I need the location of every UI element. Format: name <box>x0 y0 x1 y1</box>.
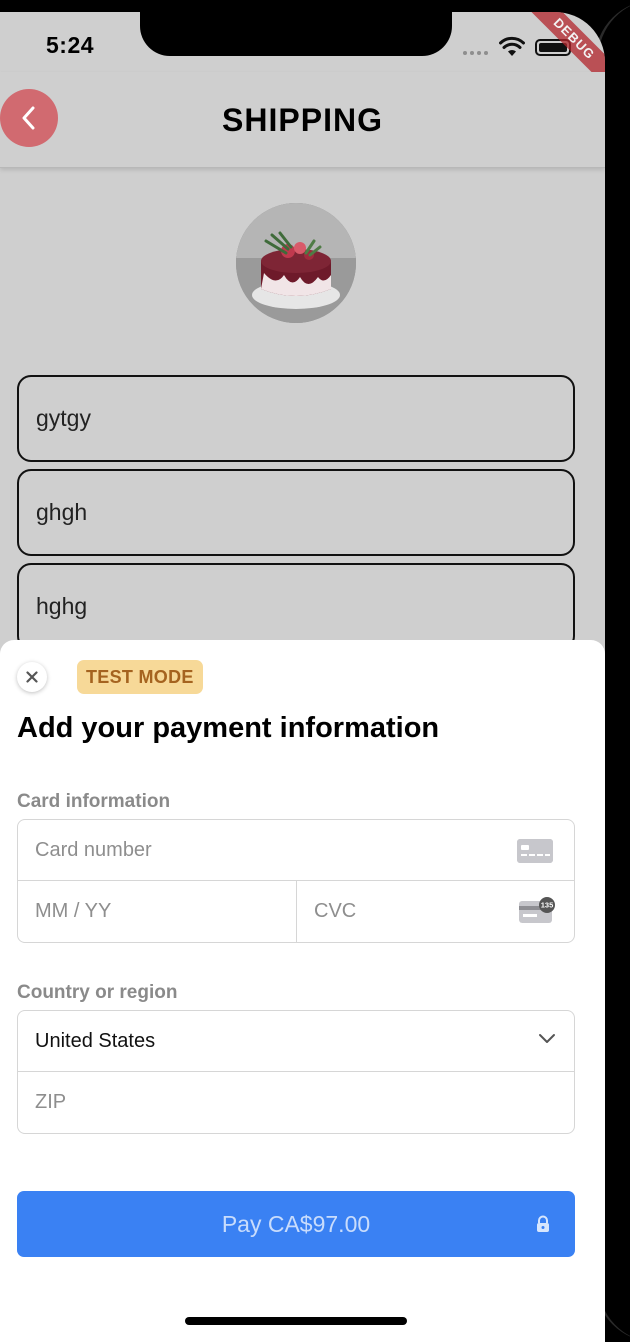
product-avatar <box>236 203 356 323</box>
shipping-field-3[interactable]: hghg <box>17 563 575 650</box>
card-number-placeholder: Card number <box>35 839 152 861</box>
page-title: SHIPPING <box>222 102 383 138</box>
zip-placeholder: ZIP <box>35 1091 67 1113</box>
lock-icon <box>537 1215 549 1232</box>
cvc-card-icon: 135 <box>519 897 555 923</box>
device-notch <box>140 12 452 56</box>
sheet-title: Add your payment information <box>17 712 440 744</box>
home-indicator <box>185 1317 407 1325</box>
chevron-down-icon <box>539 1034 555 1043</box>
app-bar: SHIPPING <box>0 72 605 168</box>
close-button[interactable] <box>17 662 47 692</box>
shipping-field-value: gytgy <box>36 405 91 431</box>
payment-sheet: TEST MODE Add your payment information C… <box>0 640 605 1342</box>
cvc-field[interactable]: CVC 135 <box>297 881 574 942</box>
country-select[interactable]: United States <box>18 1011 574 1072</box>
pay-button-label: Pay CA$97.00 <box>221 1211 371 1237</box>
card-information-label: Card information <box>17 791 171 812</box>
device: 5:24 DEBUG SHIPPING gytgy ghgh hghg TEST… <box>0 0 630 1342</box>
card-expiry-cvc-row: MM / YY CVC 135 <box>18 881 574 942</box>
expiry-field[interactable]: MM / YY <box>18 881 297 942</box>
test-mode-badge: TEST MODE <box>77 660 203 694</box>
shipping-field-value: ghgh <box>36 499 88 525</box>
close-icon <box>26 671 38 683</box>
card-input-group: Card number MM / YY CVC 135 <box>17 819 575 943</box>
country-value: United States <box>35 1030 156 1052</box>
wifi-icon <box>499 36 525 56</box>
shipping-field-2[interactable]: ghgh <box>17 469 575 556</box>
pay-button[interactable]: Pay CA$97.00 <box>17 1191 575 1257</box>
cellular-signal-icon <box>463 51 488 55</box>
country-region-label: Country or region <box>17 982 178 1003</box>
cvc-placeholder: CVC <box>314 900 357 922</box>
app-screen: 5:24 DEBUG SHIPPING gytgy ghgh hghg TEST… <box>0 12 605 1342</box>
zip-field[interactable]: ZIP <box>18 1072 574 1133</box>
address-input-group: United States ZIP <box>17 1010 575 1134</box>
cvc-icon-text: 135 <box>541 901 554 910</box>
expiry-placeholder: MM / YY <box>35 900 112 922</box>
cake-image <box>236 203 356 323</box>
status-time: 5:24 <box>46 32 95 58</box>
credit-card-icon <box>517 839 553 863</box>
shipping-field-value: hghg <box>36 593 88 619</box>
shipping-field-1[interactable]: gytgy <box>17 375 575 462</box>
card-number-field[interactable]: Card number <box>18 820 574 881</box>
